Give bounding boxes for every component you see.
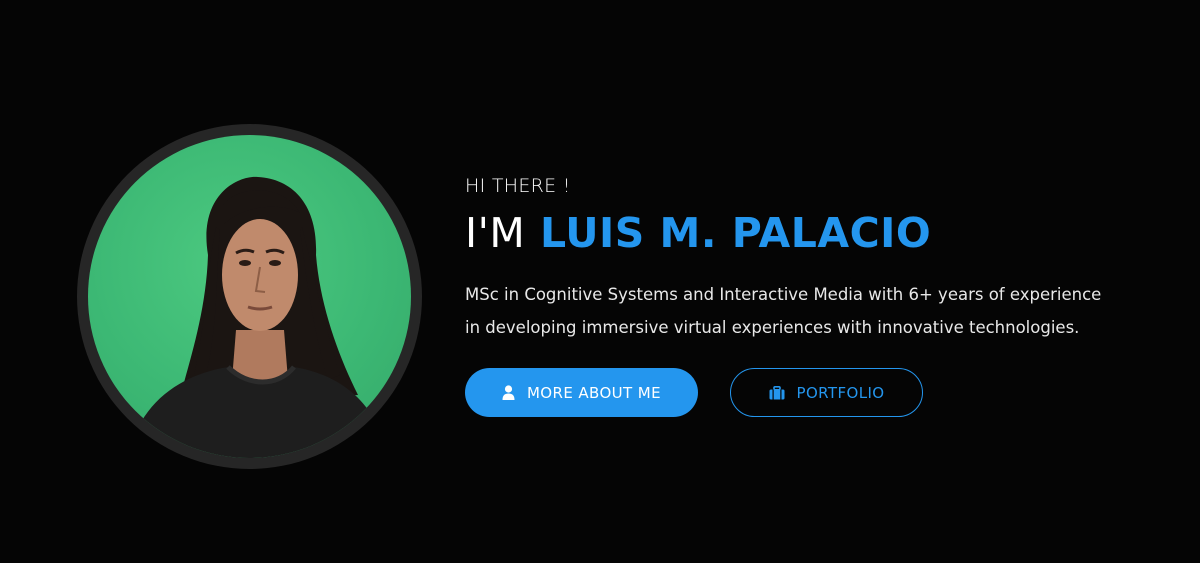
more-about-me-button[interactable]: MORE ABOUT ME: [465, 368, 698, 417]
person-name: LUIS M. PALACIO: [540, 209, 932, 257]
bio-description: MSc in Cognitive Systems and Interactive…: [465, 285, 1102, 337]
profile-photo-frame: [77, 124, 422, 469]
profile-photo: [88, 135, 411, 458]
greeting-text: HI THERE !: [465, 175, 571, 197]
portfolio-label: PORTFOLIO: [796, 383, 885, 402]
more-about-me-label: MORE ABOUT ME: [526, 383, 662, 402]
page-title: I'M LUIS M. PALACIO: [465, 208, 1165, 258]
portrait-illustration: [128, 176, 388, 458]
hero-section: HI THERE ! I'M LUIS M. PALACIO MSc in Co…: [0, 0, 1200, 563]
intro-block: HI THERE ! I'M LUIS M. PALACIO MSc in Co…: [465, 172, 1165, 344]
headline-prefix: I'M: [465, 209, 526, 257]
cta-buttons: MORE ABOUT ME PORTFOLIO: [465, 368, 923, 417]
user-icon: [502, 385, 515, 400]
portfolio-button[interactable]: PORTFOLIO: [730, 368, 923, 417]
briefcase-icon: [769, 385, 785, 400]
